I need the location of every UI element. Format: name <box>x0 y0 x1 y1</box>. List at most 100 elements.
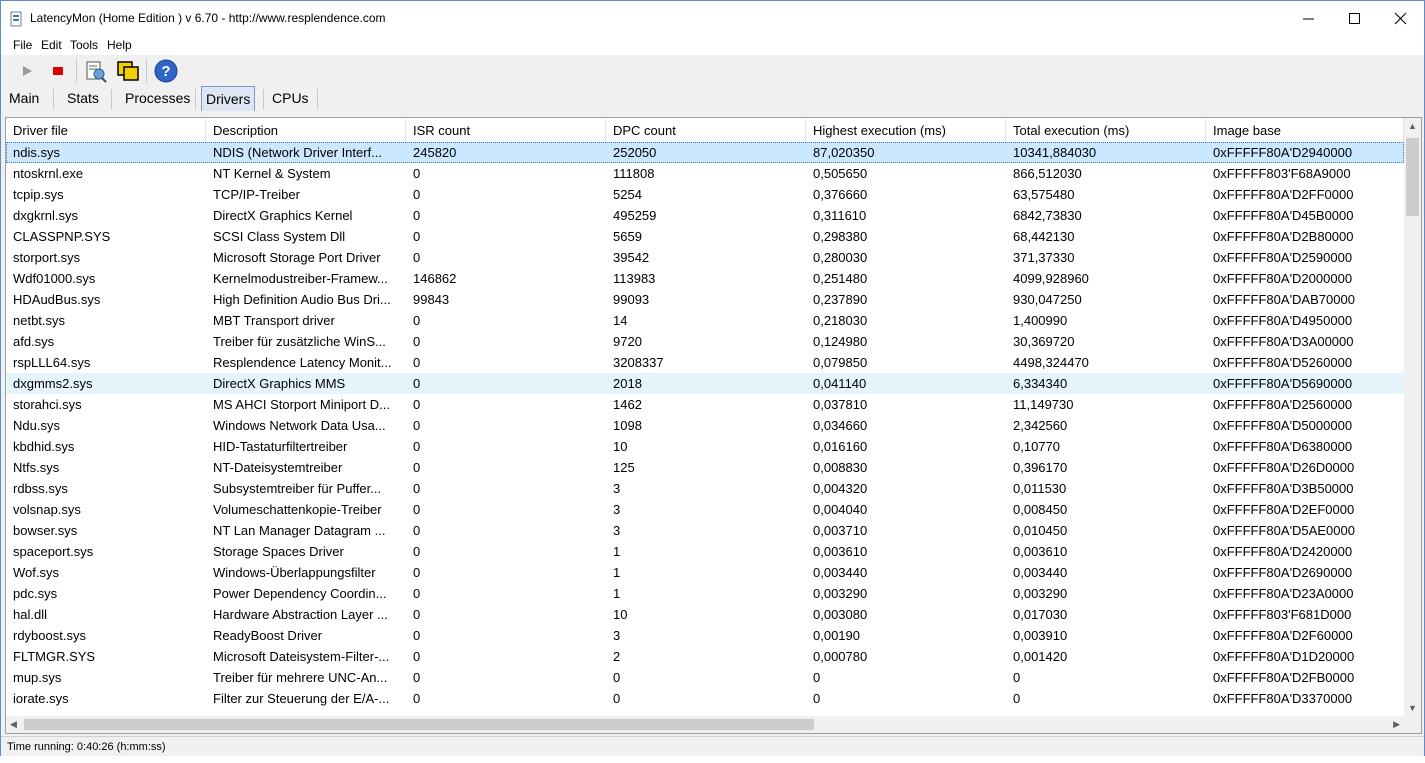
table-row[interactable]: rdyboost.sys ReadyBoost Driver 0 3 0,00190 0,… <box>6 625 1404 646</box>
table-row[interactable]: ndis.sys NDIS (Network Driver Interf... 24… <box>6 142 1404 163</box>
table-row[interactable]: Wof.sys Windows-Überlappungsfilter 0 1 0,003… <box>6 562 1404 583</box>
driver-file-cell: spaceport.sys <box>13 544 94 559</box>
table-row[interactable]: HDAudBus.sys High Definition Audio Bus Dr… <box>6 289 1404 310</box>
dpc-count-cell: 1098 <box>613 418 642 433</box>
start-button[interactable] <box>15 59 39 83</box>
table-row[interactable]: Ndu.sys Windows Network Data Usa... 0 1098 0… <box>6 415 1404 436</box>
image-base-cell: 0xFFFFF80A'DAB70000 <box>1213 292 1355 307</box>
table-row[interactable]: netbt.sys MBT Transport driver 0 14 0,218030… <box>6 310 1404 331</box>
tab-separator <box>195 89 196 109</box>
column-header-highest-execution[interactable]: Highest execution (ms) <box>806 118 1006 142</box>
description-cell: MBT Transport driver <box>213 313 335 328</box>
drivers-table[interactable]: Driver file Description ISR count DPC count… <box>5 117 1422 734</box>
table-row[interactable]: ntoskrnl.exe NT Kernel & System 0 111808 0,5… <box>6 163 1404 184</box>
table-row[interactable]: storahci.sys MS AHCI Storport Miniport D.… <box>6 394 1404 415</box>
column-header-total-execution[interactable]: Total execution (ms) <box>1006 118 1206 142</box>
table-row[interactable]: rdbss.sys Subsystemtreiber für Puffer... 0… <box>6 478 1404 499</box>
description-cell: Subsystemtreiber für Puffer... <box>213 481 382 496</box>
column-header-image-base[interactable]: Image base <box>1206 118 1404 142</box>
highest-execution-cell: 0,218030 <box>813 313 868 328</box>
driver-file-cell: volsnap.sys <box>13 502 81 517</box>
report-button[interactable] <box>84 59 108 83</box>
stop-button[interactable] <box>46 59 70 83</box>
minimize-button[interactable] <box>1286 1 1332 36</box>
tab-separator <box>53 89 54 109</box>
image-base-cell: 0xFFFFF80A'D2940000 <box>1213 145 1353 160</box>
image-base-cell: 0xFFFFF80A'D3B50000 <box>1213 481 1354 496</box>
tab-main[interactable]: Main <box>5 86 43 110</box>
menu-tools[interactable]: Tools <box>70 38 98 52</box>
image-base-cell: 0xFFFFF80A'D2420000 <box>1213 544 1353 559</box>
menu-help[interactable]: Help <box>107 38 132 52</box>
dpc-count-cell: 1 <box>613 586 621 601</box>
table-row[interactable]: volsnap.sys Volumeschattenkopie-Treiber 0 3… <box>6 499 1404 520</box>
image-base-cell: 0xFFFFF80A'D2FF0000 <box>1213 187 1354 202</box>
table-row[interactable]: CLASSPNP.SYS SCSI Class System Dll 0 5659 0,… <box>6 226 1404 247</box>
scroll-down-icon[interactable]: ▼ <box>1408 703 1417 713</box>
dpc-count-cell: 5659 <box>613 229 642 244</box>
column-header-isr-count[interactable]: ISR count <box>406 118 606 142</box>
table-row[interactable]: Ntfs.sys NT-Dateisystemtreiber 0 125 0,00883… <box>6 457 1404 478</box>
table-row[interactable]: Wdf01000.sys Kernelmodustreiber-Framew...… <box>6 268 1404 289</box>
tab-drivers[interactable]: Drivers <box>201 86 256 111</box>
dpc-count-cell: 0 <box>613 691 621 706</box>
close-button[interactable] <box>1378 1 1424 36</box>
highest-execution-cell: 0,237890 <box>813 292 868 307</box>
table-row[interactable]: spaceport.sys Storage Spaces Driver 0 1 0,00… <box>6 541 1404 562</box>
table-row[interactable]: afd.sys Treiber für zusätzliche WinS... 0 9… <box>6 331 1404 352</box>
column-header-driver-file[interactable]: Driver file <box>6 118 206 142</box>
highest-execution-cell: 0,004040 <box>813 502 868 517</box>
maximize-button[interactable] <box>1332 1 1378 36</box>
windows-button[interactable] <box>116 59 140 83</box>
dpc-count-cell: 125 <box>613 460 635 475</box>
vertical-scroll-thumb[interactable] <box>1406 138 1419 216</box>
tab-stats[interactable]: Stats <box>63 86 103 110</box>
table-row[interactable]: hal.dll Hardware Abstraction Layer ... 0 10… <box>6 604 1404 625</box>
table-row[interactable]: dxgkrnl.sys DirectX Graphics Kernel 0 49525… <box>6 205 1404 226</box>
image-base-cell: 0xFFFFF803'F681D000 <box>1213 607 1352 622</box>
horizontal-scrollbar[interactable]: ◀ ▶ <box>6 716 1404 733</box>
menu-file[interactable]: File <box>13 38 32 52</box>
tab-cpus[interactable]: CPUs <box>268 86 313 110</box>
total-execution-cell: 866,512030 <box>1013 166 1082 181</box>
dpc-count-cell: 0 <box>613 670 621 685</box>
stop-icon <box>53 67 63 75</box>
table-row[interactable]: mup.sys Treiber für mehrere UNC-An... 0 0 0 0… <box>6 667 1404 688</box>
image-base-cell: 0xFFFFF80A'D5000000 <box>1213 418 1353 433</box>
description-cell: Treiber für mehrere UNC-An... <box>213 670 388 685</box>
table-row[interactable]: FLTMGR.SYS Microsoft Dateisystem-Filter-.… <box>6 646 1404 667</box>
scroll-up-icon[interactable]: ▲ <box>1408 121 1417 131</box>
table-row[interactable]: dxgmms2.sys DirectX Graphics MMS 0 2018 0,04… <box>6 373 1404 394</box>
image-base-cell: 0xFFFFF80A'D2EF0000 <box>1213 502 1355 517</box>
column-header-description[interactable]: Description <box>206 118 406 142</box>
scroll-right-icon[interactable]: ▶ <box>1393 719 1400 730</box>
table-row[interactable]: rspLLL64.sys Resplendence Latency Monit..… <box>6 352 1404 373</box>
table-row[interactable]: iorate.sys Filter zur Steuerung der E/A-.… <box>6 688 1404 709</box>
table-row[interactable]: storport.sys Microsoft Storage Port Drive… <box>6 247 1404 268</box>
driver-file-cell: pdc.sys <box>13 586 58 601</box>
table-row[interactable]: bowser.sys NT Lan Manager Datagram ... 0 3 0… <box>6 520 1404 541</box>
table-row[interactable]: kbdhid.sys HID-Tastaturfiltertreiber 0 10 0,… <box>6 436 1404 457</box>
description-cell: HID-Tastaturfiltertreiber <box>213 439 348 454</box>
dpc-count-cell: 111808 <box>613 166 655 181</box>
scroll-left-icon[interactable]: ◀ <box>10 719 17 730</box>
image-base-cell: 0xFFFFF80A'D26D0000 <box>1213 460 1355 475</box>
table-row[interactable]: pdc.sys Power Dependency Coordin... 0 1 0,00… <box>6 583 1404 604</box>
toolbar-separator <box>146 59 147 83</box>
highest-execution-cell: 0,016160 <box>813 439 868 454</box>
menu-edit[interactable]: Edit <box>41 38 62 52</box>
highest-execution-cell: 0,251480 <box>813 271 868 286</box>
vertical-scrollbar[interactable]: ▲ ▼ <box>1404 118 1421 716</box>
horizontal-scroll-thumb[interactable] <box>24 719 814 730</box>
image-base-cell: 0xFFFFF80A'D2F60000 <box>1213 628 1353 643</box>
tab-processes[interactable]: Processes <box>121 86 194 110</box>
title-bar[interactable]: LatencyMon (Home Edition ) v 6.70 - http… <box>1 1 1424 36</box>
table-row[interactable]: tcpip.sys TCP/IP-Treiber 0 5254 0,376660 63,5… <box>6 184 1404 205</box>
column-header-dpc-count[interactable]: DPC count <box>606 118 806 142</box>
image-base-cell: 0xFFFFF80A'D2560000 <box>1213 397 1353 412</box>
highest-execution-cell: 0,505650 <box>813 166 868 181</box>
driver-file-cell: Wdf01000.sys <box>13 271 96 286</box>
total-execution-cell: 0,017030 <box>1013 607 1068 622</box>
total-execution-cell: 11,149730 <box>1013 397 1074 412</box>
help-button[interactable]: ? <box>154 59 178 83</box>
